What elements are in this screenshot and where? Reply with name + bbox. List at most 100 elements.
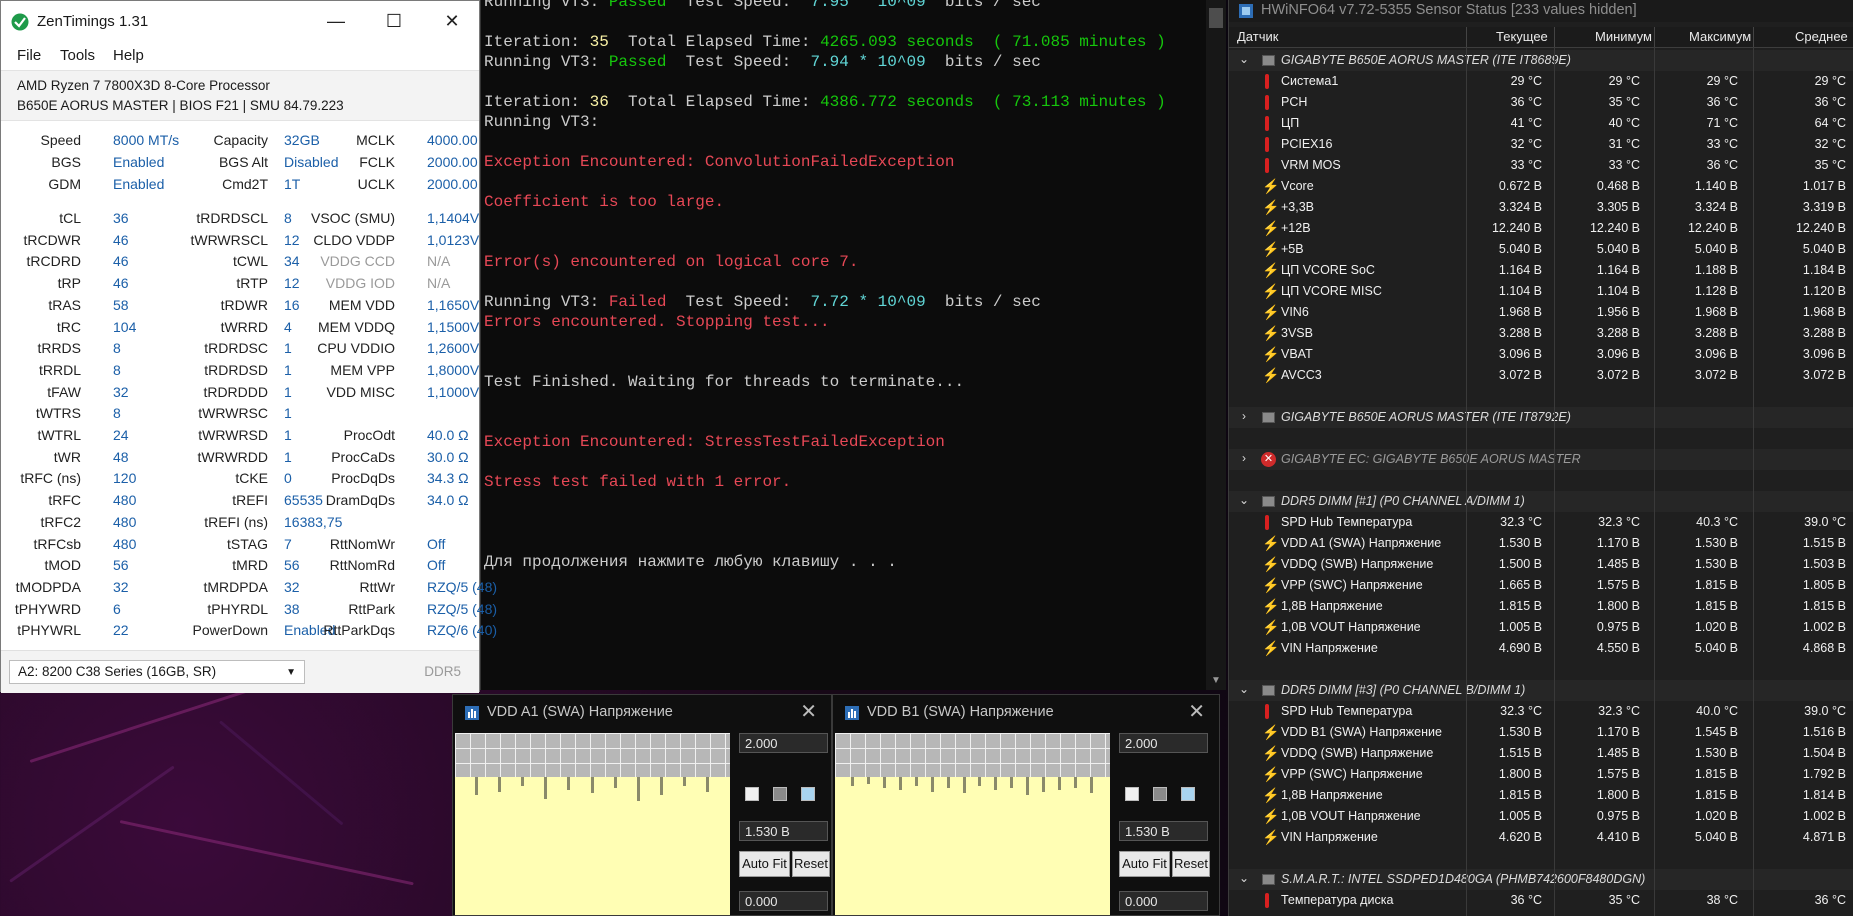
sensor-value: 4.620 В [1498, 830, 1542, 844]
reset-button[interactable]: Reset [1172, 851, 1210, 877]
reset-button[interactable]: Reset [792, 851, 830, 877]
scroll-down-arrow-icon[interactable]: ▼ [1210, 675, 1222, 687]
collapse-chevron-icon[interactable]: ⌄ [1237, 682, 1251, 696]
sensor-row[interactable]: ⚡ VDD B1 (SWA) Напряжение 1.530 В 1.170 В 1.… [1229, 722, 1853, 743]
column-divider[interactable] [1554, 27, 1555, 47]
menu-tools[interactable]: Tools [60, 47, 95, 64]
timing-value: 40.0 Ω [427, 427, 469, 443]
sensor-group-row[interactable]: ⌄ GIGABYTE B650E AORUS MASTER (ITE IT8689… [1229, 50, 1853, 71]
console-text-segment: bits / sec [925, 0, 1041, 11]
sensor-row[interactable]: PCH 36 °C 35 °C 36 °C 36 °C [1229, 92, 1853, 113]
scrollbar-thumb[interactable] [1209, 8, 1223, 28]
console-scrollbar[interactable]: ▼ [1206, 0, 1226, 690]
timing-label: tWRRD [220, 318, 268, 335]
collapse-chevron-icon[interactable]: ⌄ [1237, 52, 1251, 66]
collapse-chevron-icon[interactable]: ⌄ [1237, 493, 1251, 507]
sensor-group-row[interactable]: ⌄ DDR5 DIMM [#3] (P0 CHANNEL B/DIMM 1) [1229, 680, 1853, 701]
sensor-row[interactable]: ⚡ VBAT 3.096 В 3.096 В 3.096 В 3.096 В [1229, 344, 1853, 365]
sensor-row[interactable]: ⚡ +3,3В 3.324 В 3.305 В 3.324 В 3.319 В [1229, 197, 1853, 218]
timing-label: tCWL [233, 253, 268, 270]
sensor-row[interactable]: SPD Hub Температура 32.3 °C 32.3 °C 40.3 °C… [1229, 512, 1853, 533]
sensor-row[interactable]: ⚡ AVCC3 3.072 В 3.072 В 3.072 В 3.072 В [1229, 365, 1853, 386]
sensor-row[interactable]: ⚡ +5В 5.040 В 5.040 В 5.040 В 5.040 В [1229, 239, 1853, 260]
sensor-row[interactable]: ⚡ VDD A1 (SWA) Напряжение 1.530 В 1.170 В 1.… [1229, 533, 1853, 554]
graph-current-field[interactable]: 1.530 В [1119, 821, 1208, 841]
sensor-value: 1.120 В [1802, 284, 1846, 298]
sensor-row[interactable]: ⚡ 1,0В VOUT Напряжение 1.005 В 0.975 В 1.020… [1229, 617, 1853, 638]
sensor-value: 33 °C [1706, 137, 1738, 151]
sensor-row[interactable]: PCIEX16 32 °C 31 °C 33 °C 32 °C [1229, 134, 1853, 155]
autofit-button[interactable]: Auto Fit [1119, 851, 1170, 877]
expand-chevron-icon[interactable]: › [1237, 409, 1251, 423]
sensor-row[interactable]: ⚡ ЦП VCORE SoC 1.164 В 1.164 В 1.188 В 1.184 … [1229, 260, 1853, 281]
sensor-row[interactable]: Температура диска 36 °C 35 °C 38 °C 36 °C [1229, 890, 1853, 911]
sensor-group-row[interactable]: › ✕ GIGABYTE EC: GIGABYTE B650E AORUS MAST… [1229, 449, 1853, 470]
sensor-row[interactable]: ⚡ +12В 12.240 В 12.240 В 12.240 В 12.240 В [1229, 218, 1853, 239]
sensor-row[interactable]: ⚡ Vcore 0.672 В 0.468 В 1.140 В 1.017 В [1229, 176, 1853, 197]
sensor-row[interactable]: ⚡ 1,0В VOUT Напряжение 1.005 В 0.975 В 1.020… [1229, 806, 1853, 827]
sensor-value: 36 °C [1510, 893, 1542, 907]
zentimings-titlebar[interactable]: ZenTimings 1.31 — ☐ ✕ [1, 1, 479, 41]
group-name: GIGABYTE B650E AORUS MASTER (ITE IT8689E… [1281, 53, 1571, 67]
close-button[interactable]: ✕ [425, 1, 479, 41]
minimize-button[interactable]: — [309, 1, 363, 41]
expand-chevron-icon[interactable]: › [1237, 451, 1251, 465]
graph-color-swatch[interactable] [1125, 787, 1139, 801]
graph-color-swatch[interactable] [745, 787, 759, 801]
sensor-row[interactable]: Система1 29 °C 29 °C 29 °C 29 °C [1229, 71, 1853, 92]
sensor-row[interactable]: ЦП 41 °C 40 °C 71 °C 64 °C [1229, 113, 1853, 134]
graph-dip [851, 777, 854, 786]
autofit-button[interactable]: Auto Fit [739, 851, 790, 877]
timing-value: 104 [113, 318, 137, 335]
sensor-row[interactable]: ⚡ 3VSB 3.288 В 3.288 В 3.288 В 3.288 В [1229, 323, 1853, 344]
collapse-chevron-icon[interactable]: ⌄ [1237, 871, 1251, 885]
sensor-row[interactable]: ⚡ ЦП VCORE MISC 1.104 В 1.104 В 1.128 В 1.120… [1229, 281, 1853, 302]
hwinfo-titlebar[interactable]: HWiNFO64 v7.72-5355 Sensor Status [233 v… [1229, 0, 1853, 22]
sensor-value: 1.956 В [1596, 305, 1640, 319]
graph-max-field[interactable]: 2.000 [1119, 733, 1208, 753]
graph-color-swatch[interactable] [1153, 787, 1167, 801]
graph-current-field[interactable]: 1.530 В [739, 821, 828, 841]
sensor-row[interactable]: VRM MOS 33 °C 33 °C 36 °C 35 °C [1229, 155, 1853, 176]
menu-help[interactable]: Help [113, 47, 144, 64]
timing-value: 2000.00 [427, 176, 478, 192]
sensor-value: 1.968 В [1694, 305, 1738, 319]
sensor-value: 36 °C [1814, 893, 1846, 907]
sensor-row[interactable]: ⚡ VPP (SWC) Напряжение 1.800 В 1.575 В 1.815… [1229, 764, 1853, 785]
column-sensor[interactable]: Датчик [1237, 29, 1278, 44]
graph-min-field[interactable]: 0.000 [1119, 891, 1208, 911]
graph-min-field[interactable]: 0.000 [739, 891, 828, 911]
sensor-row[interactable]: ⚡ 1,8В Напряжение 1.815 В 1.800 В 1.815 В 1.8… [1229, 785, 1853, 806]
sensor-row[interactable]: ⚡ VIN6 1.968 В 1.956 В 1.968 В 1.968 В [1229, 302, 1853, 323]
column-divider[interactable] [1654, 27, 1655, 47]
sensor-row[interactable]: ⚡ 1,8В Напряжение 1.815 В 1.800 В 1.815 В 1.8… [1229, 596, 1853, 617]
maximize-button[interactable]: ☐ [367, 1, 421, 41]
column-avg[interactable]: Среднее [1795, 29, 1848, 44]
column-current[interactable]: Текущее [1496, 29, 1548, 44]
menu-file[interactable]: File [17, 47, 41, 64]
column-min[interactable]: Минимум [1595, 29, 1652, 44]
sensor-row[interactable]: ⚡ VDDQ (SWB) Напряжение 1.500 В 1.485 В 1.53… [1229, 554, 1853, 575]
close-icon[interactable]: ✕ [1188, 699, 1205, 724]
column-divider[interactable] [1753, 27, 1754, 47]
dimm-select[interactable]: A2: 8200 C38 Series (16GB, SR) ▼ [9, 660, 305, 684]
graph-color-swatch[interactable] [773, 787, 787, 801]
timing-label: Capacity [213, 132, 268, 148]
sensor-group-row[interactable]: ⌄ DDR5 DIMM [#1] (P0 CHANNEL A/DIMM 1) [1229, 491, 1853, 512]
column-max[interactable]: Максимум [1689, 29, 1751, 44]
sensor-group-row[interactable]: › GIGABYTE B650E AORUS MASTER (ITE IT8792… [1229, 407, 1853, 428]
sensor-row[interactable]: ⚡ VIN Напряжение 4.620 В 4.410 В 5.040 В 4.87… [1229, 827, 1853, 848]
sensor-row[interactable]: SPD Hub Температура 32.3 °C 32.3 °C 40.0 °C… [1229, 701, 1853, 722]
close-icon[interactable]: ✕ [800, 699, 817, 724]
sensor-value: 1.530 В [1498, 725, 1542, 739]
graph-color-swatch[interactable] [801, 787, 815, 801]
sensor-group-row[interactable]: ⌄ S.M.A.R.T.: INTEL SSDPED1D480GA (PHMB74… [1229, 869, 1853, 890]
graph-max-field[interactable]: 2.000 [739, 733, 828, 753]
graph-dip [915, 777, 918, 786]
sensor-row[interactable]: ⚡ VPP (SWC) Напряжение 1.665 В 1.575 В 1.815… [1229, 575, 1853, 596]
graph-color-swatch[interactable] [1181, 787, 1195, 801]
graph-dip [994, 777, 997, 790]
column-divider[interactable] [1466, 27, 1467, 47]
sensor-row[interactable]: ⚡ VDDQ (SWB) Напряжение 1.515 В 1.485 В 1.53… [1229, 743, 1853, 764]
sensor-row[interactable]: ⚡ VIN Напряжение 4.690 В 4.550 В 5.040 В 4.86… [1229, 638, 1853, 659]
